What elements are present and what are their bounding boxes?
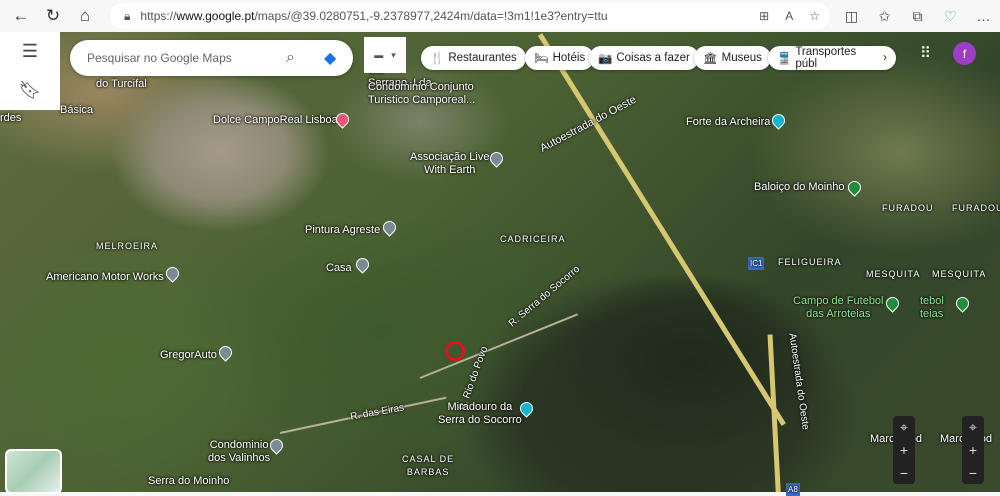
map-label: rdes (0, 112, 22, 124)
lock-icon: 🔒︎ (124, 8, 131, 23)
chip-museus[interactable]: 🏛 Museus (694, 46, 771, 70)
chip-coisas-a-fazer[interactable]: 📷 Coisas a fazer (589, 46, 699, 70)
map-label: MELROEIRA (96, 241, 159, 251)
highway-shield: A8 (786, 483, 800, 496)
maps-sidebar: ☰ 🔖︎ (0, 32, 60, 110)
reload-icon[interactable]: ↻ (37, 2, 69, 30)
map-label: FURADOU (882, 203, 934, 213)
map-label: tebol teias (920, 295, 944, 320)
road (419, 313, 578, 379)
museum-icon: 🏛 (703, 53, 718, 65)
favorites-icon[interactable]: ✩ (868, 2, 901, 30)
map-label: Associação Live With Earth (410, 151, 490, 176)
chip-restaurantes[interactable]: 🍴 Restaurantes (421, 46, 526, 70)
search-icon[interactable]: ⌕ (286, 49, 295, 67)
map-label: CADRICEIRA (500, 234, 566, 244)
highway-road (537, 33, 786, 426)
map-label: Americano Motor Works (46, 271, 164, 283)
map-label: FELIGUEIRA (778, 257, 842, 267)
map-label: Miradouro da Serra do Socorro (438, 401, 522, 426)
map-label: Dolce CampoReal Lisboa (213, 114, 338, 126)
map-label: MESQUITA (866, 269, 921, 279)
zoom-out-button[interactable]: − (900, 465, 908, 481)
directions-icon[interactable]: ◆ (324, 48, 336, 68)
collections-icon[interactable]: ⧉ (901, 2, 934, 30)
my-location-icon[interactable]: ⌖ (969, 419, 977, 436)
home-icon[interactable]: ⌂ (69, 2, 101, 30)
map-label: CASAL DE BARBAS (402, 454, 455, 477)
map-label: Forte da Archeira (686, 116, 771, 128)
layers-button[interactable]: ▬ ▾ (364, 37, 406, 73)
map-label: do Turcifal (96, 78, 147, 90)
saved-bookmark-icon[interactable]: 🔖︎ (19, 80, 42, 101)
train-icon: 🚆 (777, 53, 792, 65)
search-box[interactable]: Pesquisar no Google Maps ⌕ ◆ (70, 40, 353, 76)
camera-icon: 📷 (598, 53, 613, 65)
map-label: MESQUITA (932, 269, 987, 279)
browser-toolbar: ← ↻ ⌂ 🔒︎ https://www.google.pt/maps/@39.0… (0, 0, 1000, 32)
zoom-out-button[interactable]: − (969, 465, 977, 481)
chevron-down-icon[interactable]: ▾ (391, 50, 396, 61)
map-label: Campo de Futebol das Arroteias (793, 295, 884, 320)
map-controls: ⌖ + − (893, 416, 915, 484)
extension-icon[interactable]: ♡ (934, 2, 967, 30)
map-label: Básica (60, 104, 94, 116)
menu-icon[interactable]: ☰ (22, 41, 38, 62)
map-label: Condominio Conjunto Turistico Camporeal.… (368, 81, 476, 106)
read-aloud-icon[interactable]: A (785, 9, 793, 23)
address-bar[interactable]: 🔒︎ https://www.google.pt/maps/@39.0280751… (110, 3, 830, 29)
map-label: Baloiço do Moinho (754, 181, 845, 193)
apps-grid-icon[interactable]: ⠿ (920, 44, 931, 62)
map-label: GregorAuto (160, 349, 217, 361)
location-marker-circle (445, 341, 465, 361)
my-location-icon[interactable]: ⌖ (900, 419, 908, 436)
back-icon[interactable]: ← (5, 2, 37, 30)
map-label: Serra do Moinho (148, 475, 230, 487)
highway-shield: IC1 (748, 257, 765, 270)
zoom-in-button[interactable]: + (969, 442, 977, 458)
split-screen-icon[interactable]: ◫ (835, 2, 868, 30)
chevron-right-icon[interactable]: › (883, 52, 887, 64)
map-label: FURADOURO (952, 203, 1000, 213)
map-label: Pintura Agreste (305, 224, 381, 236)
keyboard-icon: ▬ (374, 50, 384, 60)
avatar[interactable]: f (953, 42, 976, 65)
favorite-icon[interactable]: ☆ (809, 9, 820, 23)
chip-transportes[interactable]: 🚆 Transportes públ › (768, 46, 896, 70)
map-label: Casa (326, 262, 352, 274)
map-controls: ⌖ + − (962, 416, 984, 484)
search-input[interactable]: Pesquisar no Google Maps (87, 51, 232, 65)
restaurant-icon: 🍴 (430, 53, 445, 65)
more-icon[interactable]: … (967, 2, 1000, 30)
chip-hoteis[interactable]: 🛏 Hotéis (525, 46, 595, 70)
layer-thumbnail[interactable] (5, 449, 62, 494)
app-available-icon[interactable]: ⊞ (759, 9, 769, 23)
zoom-in-button[interactable]: + (900, 442, 908, 458)
map-label: Condominio dos Valinhos (208, 439, 271, 464)
hotel-icon: 🛏 (534, 53, 549, 65)
